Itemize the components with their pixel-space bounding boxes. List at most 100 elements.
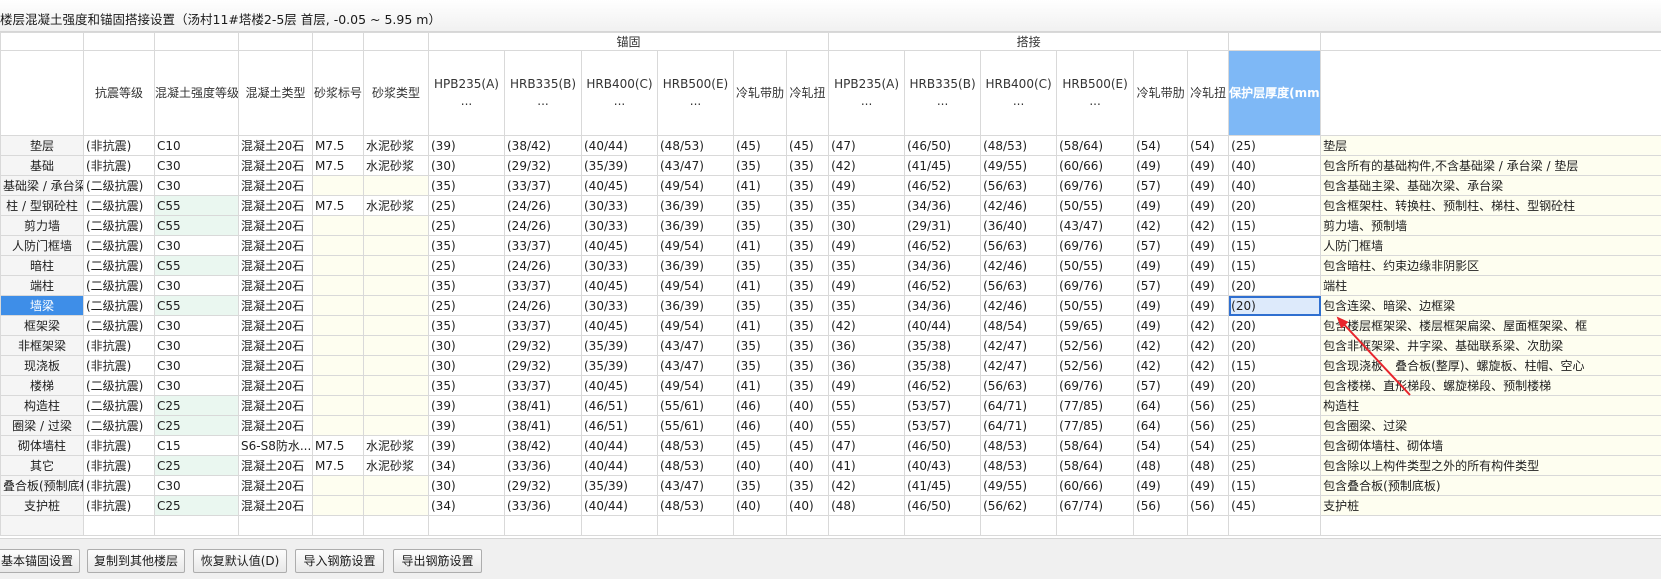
lap-hrb400-cell[interactable]: (42/46) bbox=[980, 255, 1058, 276]
col-header-lap-cold-twisted[interactable]: 冷轧扭 bbox=[1187, 50, 1230, 136]
col-header-concrete-type[interactable]: 混凝土类型 bbox=[238, 50, 313, 136]
mortar-type-cell[interactable] bbox=[363, 515, 429, 536]
cover-thickness-cell[interactable]: (20) bbox=[1228, 315, 1322, 336]
anchor-hrb500-cell[interactable]: (43/47) bbox=[657, 355, 734, 376]
table-row[interactable]: 砌体墙柱 (非抗震) C15 S6-S8防水... M7.5 水泥砂浆 (39) (38/42… bbox=[0, 435, 1661, 456]
lap-hpb235-cell[interactable]: (35) bbox=[828, 295, 906, 316]
cover-thickness-cell[interactable] bbox=[1228, 515, 1322, 536]
description-cell[interactable]: 包含圈梁、过梁 bbox=[1320, 415, 1661, 436]
concrete-type-cell[interactable]: 混凝土20石 bbox=[238, 295, 313, 316]
row-name-cell[interactable]: 暗柱 bbox=[0, 255, 84, 276]
lap-hpb235-cell[interactable]: (41) bbox=[828, 455, 906, 476]
anchor-hrb500-cell[interactable]: (49/54) bbox=[657, 375, 734, 396]
mortar-type-cell[interactable] bbox=[363, 355, 429, 376]
concrete-grade-cell[interactable] bbox=[154, 515, 239, 536]
lap-hrb400-cell[interactable]: (42/46) bbox=[980, 195, 1058, 216]
mortar-type-cell[interactable] bbox=[363, 235, 429, 256]
mortar-type-cell[interactable]: 水泥砂浆 bbox=[363, 135, 429, 156]
lap-cold-ribbed-cell[interactable]: (64) bbox=[1133, 415, 1189, 436]
lap-hrb400-cell[interactable]: (49/55) bbox=[980, 155, 1058, 176]
mortar-grade-cell[interactable] bbox=[312, 295, 364, 316]
anchor-hrb335-cell[interactable]: (33/37) bbox=[504, 315, 582, 336]
col-header-anchor-hrb335[interactable]: HRB335(B) ... bbox=[504, 50, 582, 136]
anchor-hpb235-cell[interactable]: (39) bbox=[428, 415, 505, 436]
concrete-grade-cell[interactable]: C30 bbox=[154, 335, 239, 356]
seismic-cell[interactable]: (二级抗震) bbox=[83, 315, 155, 336]
table-row[interactable]: 圈梁 / 过梁 (二级抗震) C25 混凝土20石 (39) (38/41) (46/51)… bbox=[0, 415, 1661, 436]
anchor-hrb335-cell[interactable]: (29/32) bbox=[504, 355, 582, 376]
table-row[interactable]: 现浇板 (非抗震) C30 混凝土20石 (30) (29/32) (35/39) (43/4… bbox=[0, 355, 1661, 376]
lap-hpb235-cell[interactable]: (42) bbox=[828, 475, 906, 496]
anchor-cold-twisted-cell[interactable] bbox=[785, 515, 830, 536]
table-row[interactable]: 人防门框墙 (二级抗震) C30 混凝土20石 (35) (33/37) (40/45) (4… bbox=[0, 235, 1661, 256]
lap-hpb235-cell[interactable]: (42) bbox=[828, 155, 906, 176]
seismic-cell[interactable]: (非抗震) bbox=[83, 495, 155, 516]
anchor-cold-ribbed-cell[interactable]: (46) bbox=[733, 395, 787, 416]
anchor-hrb500-cell[interactable]: (55/61) bbox=[657, 395, 734, 416]
lap-hrb335-cell[interactable]: (53/57) bbox=[904, 415, 982, 436]
lap-hrb335-cell[interactable]: (46/52) bbox=[904, 375, 982, 396]
row-name-cell[interactable]: 端柱 bbox=[0, 275, 84, 296]
anchor-hrb335-cell[interactable]: (33/37) bbox=[504, 275, 582, 296]
concrete-grade-cell[interactable]: C10 bbox=[154, 135, 239, 156]
lap-hrb335-cell[interactable]: (34/36) bbox=[904, 295, 982, 316]
col-header-lap-cold-ribbed[interactable]: 冷轧带肋 bbox=[1133, 50, 1189, 136]
lap-cold-twisted-cell[interactable]: (42) bbox=[1187, 335, 1230, 356]
lap-hrb500-cell[interactable]: (69/76) bbox=[1056, 175, 1135, 196]
seismic-cell[interactable]: (非抗震) bbox=[83, 355, 155, 376]
anchor-cold-ribbed-cell[interactable]: (35) bbox=[733, 215, 787, 236]
lap-cold-ribbed-cell[interactable]: (49) bbox=[1133, 295, 1189, 316]
lap-hrb335-cell[interactable]: (46/50) bbox=[904, 495, 982, 516]
row-name-cell[interactable] bbox=[0, 515, 84, 536]
col-header-lap-hrb400[interactable]: HRB400(C) ... bbox=[980, 50, 1058, 136]
description-cell[interactable] bbox=[1320, 515, 1661, 536]
lap-hpb235-cell[interactable]: (48) bbox=[828, 495, 906, 516]
concrete-grade-cell[interactable]: C30 bbox=[154, 315, 239, 336]
lap-cold-twisted-cell[interactable]: (49) bbox=[1187, 175, 1230, 196]
anchor-cold-twisted-cell[interactable]: (35) bbox=[785, 175, 830, 196]
col-header-lap-hrb335[interactable]: HRB335(B) ... bbox=[904, 50, 982, 136]
mortar-type-cell[interactable] bbox=[363, 415, 429, 436]
lap-cold-ribbed-cell[interactable]: (42) bbox=[1133, 215, 1189, 236]
description-cell[interactable]: 人防门框墙 bbox=[1320, 235, 1661, 256]
anchor-cold-ribbed-cell[interactable]: (45) bbox=[733, 435, 787, 456]
lap-hrb500-cell[interactable]: (50/55) bbox=[1056, 255, 1135, 276]
concrete-type-cell[interactable]: 混凝土20石 bbox=[238, 155, 313, 176]
concrete-grade-cell[interactable]: C25 bbox=[154, 395, 239, 416]
settings-grid[interactable]: 锚固 搭接 抗震等级 混凝土强度等级 混凝土类型 砂浆标号 砂浆类型 HPB23… bbox=[0, 32, 1661, 536]
anchor-cold-ribbed-cell[interactable]: (35) bbox=[733, 195, 787, 216]
table-row[interactable] bbox=[0, 515, 1661, 536]
lap-cold-ribbed-cell[interactable]: (49) bbox=[1133, 195, 1189, 216]
concrete-grade-cell[interactable]: C25 bbox=[154, 455, 239, 476]
mortar-type-cell[interactable] bbox=[363, 395, 429, 416]
mortar-grade-cell[interactable] bbox=[312, 355, 364, 376]
lap-hrb335-cell[interactable]: (35/38) bbox=[904, 335, 982, 356]
anchor-hrb335-cell[interactable]: (38/42) bbox=[504, 135, 582, 156]
description-cell[interactable]: 包含非框架梁、井字梁、基础联系梁、次肋梁 bbox=[1320, 335, 1661, 356]
seismic-cell[interactable]: (二级抗震) bbox=[83, 195, 155, 216]
anchor-cold-twisted-cell[interactable]: (35) bbox=[785, 195, 830, 216]
anchor-cold-ribbed-cell[interactable]: (35) bbox=[733, 335, 787, 356]
description-cell[interactable]: 构造柱 bbox=[1320, 395, 1661, 416]
table-row[interactable]: 基础 (非抗震) C30 混凝土20石 M7.5 水泥砂浆 (30) (29/32) (35/3… bbox=[0, 155, 1661, 176]
lap-cold-ribbed-cell[interactable]: (54) bbox=[1133, 435, 1189, 456]
table-row[interactable]: 叠合板(预制底板)(非抗震)C30混凝土20石 (30)(29/32)(35/39… bbox=[0, 475, 1661, 496]
anchor-hrb400-cell[interactable]: (35/39) bbox=[581, 155, 658, 176]
anchor-hrb400-cell[interactable]: (35/39) bbox=[581, 335, 658, 356]
row-name-cell[interactable]: 柱 / 型钢砼柱 bbox=[0, 195, 84, 216]
anchor-cold-ribbed-cell[interactable]: (35) bbox=[733, 355, 787, 376]
table-row[interactable]: 剪力墙 (二级抗震) C55 混凝土20石 (25) (24/26) (30/33) (36/… bbox=[0, 215, 1661, 236]
seismic-cell[interactable]: (非抗震) bbox=[83, 335, 155, 356]
anchor-hrb400-cell[interactable] bbox=[581, 515, 658, 536]
anchor-cold-ribbed-cell[interactable]: (40) bbox=[733, 455, 787, 476]
lap-cold-twisted-cell[interactable]: (42) bbox=[1187, 315, 1230, 336]
table-row[interactable]: 基础梁 / 承台梁 (二级抗震) C30 混凝土20石 (35) (33/37) (40/4… bbox=[0, 175, 1661, 196]
anchor-cold-ribbed-cell[interactable]: (41) bbox=[733, 275, 787, 296]
lap-hrb335-cell[interactable]: (46/50) bbox=[904, 435, 982, 456]
anchor-hrb500-cell[interactable]: (48/53) bbox=[657, 455, 734, 476]
anchor-cold-twisted-cell[interactable]: (35) bbox=[785, 255, 830, 276]
lap-cold-ribbed-cell[interactable]: (49) bbox=[1133, 155, 1189, 176]
table-row[interactable]: 非框架梁 (非抗震) C30 混凝土20石 (30) (29/32) (35/39) (43/… bbox=[0, 335, 1661, 356]
seismic-cell[interactable]: (非抗震) bbox=[83, 135, 155, 156]
concrete-type-cell[interactable]: 混凝土20石 bbox=[238, 235, 313, 256]
